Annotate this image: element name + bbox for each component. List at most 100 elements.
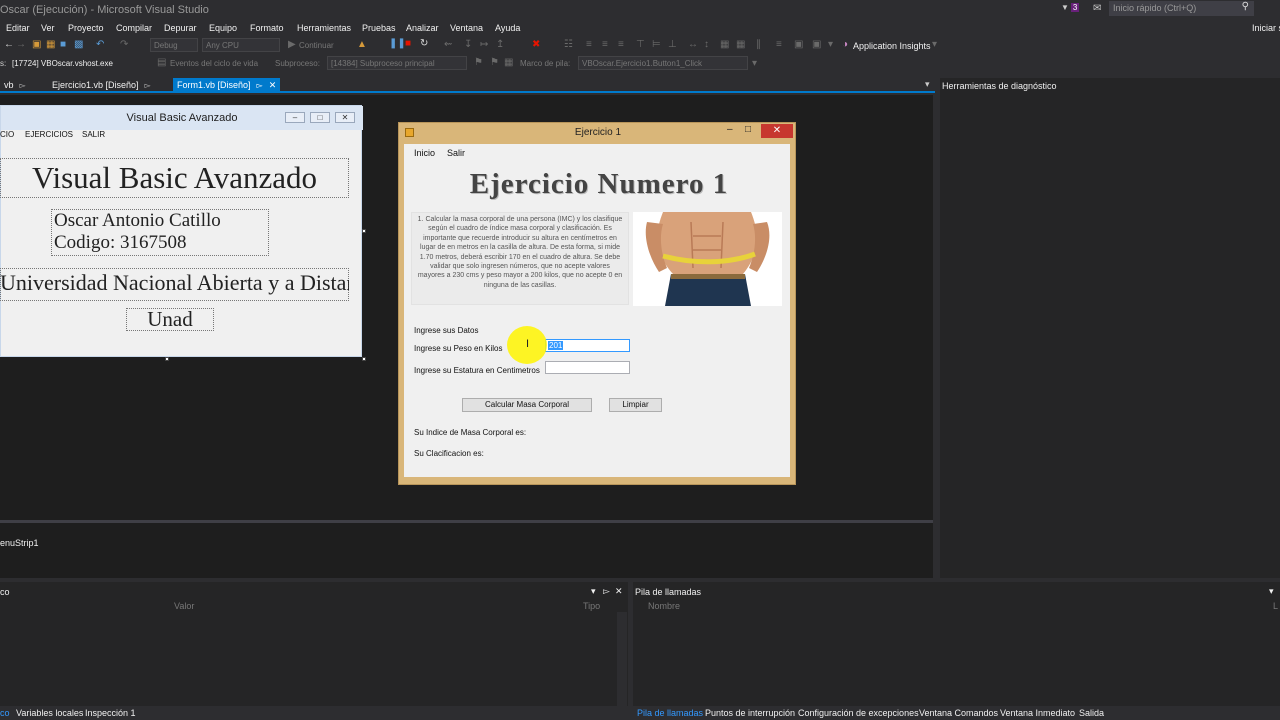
menu-proyecto[interactable]: Proyecto: [68, 23, 104, 33]
undo-icon[interactable]: ↶: [96, 39, 104, 50]
tab-form1-design[interactable]: Form1.vb [Diseño] ▻ ✕: [173, 78, 281, 93]
resize-handle[interactable]: [165, 357, 169, 361]
vb-menu-inicio[interactable]: CIO: [0, 130, 14, 139]
vb-menu-salir[interactable]: SALIR: [82, 130, 105, 139]
tab-variables-locales[interactable]: Variables locales: [16, 708, 83, 718]
column-lenguaje[interactable]: L: [1273, 601, 1278, 611]
step-out-icon[interactable]: ↥: [496, 39, 504, 50]
tab-inspeccion-1[interactable]: Inspección 1: [85, 708, 136, 718]
open-file-icon[interactable]: ▦: [46, 39, 55, 50]
save-all-icon[interactable]: ▩: [74, 39, 83, 50]
align-left-icon[interactable]: ≡: [586, 39, 592, 50]
tab-overflow-icon[interactable]: ▾: [925, 79, 930, 90]
process-select[interactable]: [17724] VBOscar.vshost.exe: [8, 56, 150, 70]
thread-select[interactable]: [14384] Subproceso principal: [327, 56, 467, 70]
breakpoint-icon[interactable]: ✖: [532, 39, 540, 50]
step-into-icon[interactable]: ↧: [464, 39, 472, 50]
stop-icon[interactable]: ■: [405, 38, 411, 49]
minimize-icon[interactable]: –: [727, 124, 733, 135]
tab-ventana-comandos[interactable]: Ventana Comandos: [919, 708, 998, 718]
spacing-vertical-icon[interactable]: ≡: [776, 39, 782, 50]
tab-salida[interactable]: Salida: [1079, 708, 1104, 718]
send-back-icon[interactable]: ▣: [812, 39, 821, 50]
same-size-icon[interactable]: ▦: [720, 39, 729, 50]
continue-button[interactable]: Continuar: [299, 41, 334, 50]
menu-equipo[interactable]: Equipo: [209, 23, 237, 33]
dropdown-icon[interactable]: ▾: [1269, 586, 1274, 597]
flag-all-icon[interactable]: ⚑: [490, 57, 499, 68]
pin-icon[interactable]: ▻: [20, 81, 26, 90]
menu-ver[interactable]: Ver: [41, 23, 55, 33]
ej-menu-salir[interactable]: Salir: [447, 148, 465, 158]
toolbar-options-icon[interactable]: ▾: [828, 39, 833, 50]
calcular-button[interactable]: Calcular Masa Corporal: [462, 398, 592, 412]
tab-ventana-inmediato[interactable]: Ventana Inmediato: [1000, 708, 1075, 718]
menu-formato[interactable]: Formato: [250, 23, 284, 33]
dropdown-icon[interactable]: ▾: [591, 586, 596, 597]
show-next-statement-icon[interactable]: ⇜: [444, 39, 452, 50]
scrollbar[interactable]: [617, 612, 627, 706]
quick-launch-input[interactable]: Inicio rápido (Ctrl+Q) ⚲: [1109, 1, 1254, 16]
menu-compilar[interactable]: Compilar: [116, 23, 152, 33]
platform-select[interactable]: Any CPU: [202, 38, 280, 52]
align-bottom-icon[interactable]: ⊥: [668, 39, 677, 50]
lifecycle-events-button[interactable]: Eventos del ciclo de vida: [170, 59, 258, 68]
notifications-button[interactable]: ▼ 3: [1061, 3, 1085, 15]
feedback-icon[interactable]: ✉: [1093, 3, 1101, 14]
forward-icon[interactable]: →: [16, 39, 26, 50]
limpiar-button[interactable]: Limpiar: [609, 398, 662, 412]
save-icon[interactable]: ■: [60, 39, 66, 50]
tab-pila-llamadas[interactable]: Pila de llamadas: [637, 708, 703, 718]
menu-ventana[interactable]: Ventana: [450, 23, 483, 33]
fire-icon[interactable]: ▲: [357, 39, 367, 50]
tab-autos[interactable]: co: [0, 708, 10, 718]
peso-input[interactable]: 201: [545, 339, 630, 352]
stack-frame-select[interactable]: VBOscar.Ejercicio1.Button1_Click: [578, 56, 748, 70]
vb-menu-ejercicios[interactable]: EJERCICIOS: [25, 130, 73, 139]
tab-config-excepciones[interactable]: Configuración de excepciones: [798, 708, 919, 718]
align-right-icon[interactable]: ≡: [618, 39, 624, 50]
pause-icon[interactable]: ❚❚: [389, 38, 406, 49]
menustrip-component[interactable]: enuStrip1: [0, 538, 39, 548]
maximize-icon[interactable]: □: [745, 124, 751, 135]
redo-icon[interactable]: ↷: [120, 39, 128, 50]
resize-handle[interactable]: [362, 229, 366, 233]
new-project-icon[interactable]: ▣: [32, 39, 41, 50]
menu-ayuda[interactable]: Ayuda: [495, 23, 520, 33]
pin-icon[interactable]: ▻: [257, 81, 263, 90]
tab-ejercicio1-design[interactable]: Ejercicio1.vb [Diseño] ▻: [48, 78, 155, 93]
debug-toolbar-options-icon[interactable]: ▾: [752, 58, 757, 69]
pin-icon[interactable]: ▻: [603, 586, 610, 597]
filter-threads-icon[interactable]: ▦: [504, 57, 513, 68]
column-nombre[interactable]: Nombre: [648, 601, 680, 611]
solution-config-select[interactable]: Debug: [150, 38, 198, 52]
menu-editar[interactable]: Editar: [6, 23, 30, 33]
back-icon[interactable]: ←: [4, 39, 14, 50]
estatura-input[interactable]: [545, 361, 630, 374]
continue-icon[interactable]: ▶: [288, 39, 296, 50]
menu-herramientas[interactable]: Herramientas: [297, 23, 351, 33]
tab-vb[interactable]: vb ▻: [0, 78, 30, 93]
menu-pruebas[interactable]: Pruebas: [362, 23, 396, 33]
pin-icon[interactable]: ▻: [145, 81, 151, 90]
tab-puntos-interrupcion[interactable]: Puntos de interrupción: [705, 708, 795, 718]
bring-front-icon[interactable]: ▣: [794, 39, 803, 50]
close-icon[interactable]: ✕: [615, 586, 623, 597]
column-valor[interactable]: Valor: [174, 601, 194, 611]
close-icon[interactable]: ✕: [269, 80, 277, 90]
align-middle-icon[interactable]: ⊨: [652, 39, 661, 50]
align-icon[interactable]: ☷: [564, 39, 573, 50]
same-height-icon[interactable]: ↕: [704, 39, 709, 50]
align-top-icon[interactable]: ⊤: [636, 39, 645, 50]
app-insights-dropdown-icon[interactable]: ▾: [932, 39, 937, 50]
same-width-icon[interactable]: ↔: [688, 39, 698, 50]
grid-icon[interactable]: ▦: [736, 39, 745, 50]
resize-handle[interactable]: [362, 357, 366, 361]
restart-icon[interactable]: ↻: [420, 38, 428, 49]
app-insights-button[interactable]: Application Insights: [853, 41, 931, 51]
flag-icon[interactable]: ⚑: [474, 57, 483, 68]
menu-depurar[interactable]: Depurar: [164, 23, 197, 33]
ej-menu-inicio[interactable]: Inicio: [414, 148, 435, 158]
column-tipo[interactable]: Tipo: [583, 601, 600, 611]
step-over-icon[interactable]: ↦: [480, 39, 488, 50]
